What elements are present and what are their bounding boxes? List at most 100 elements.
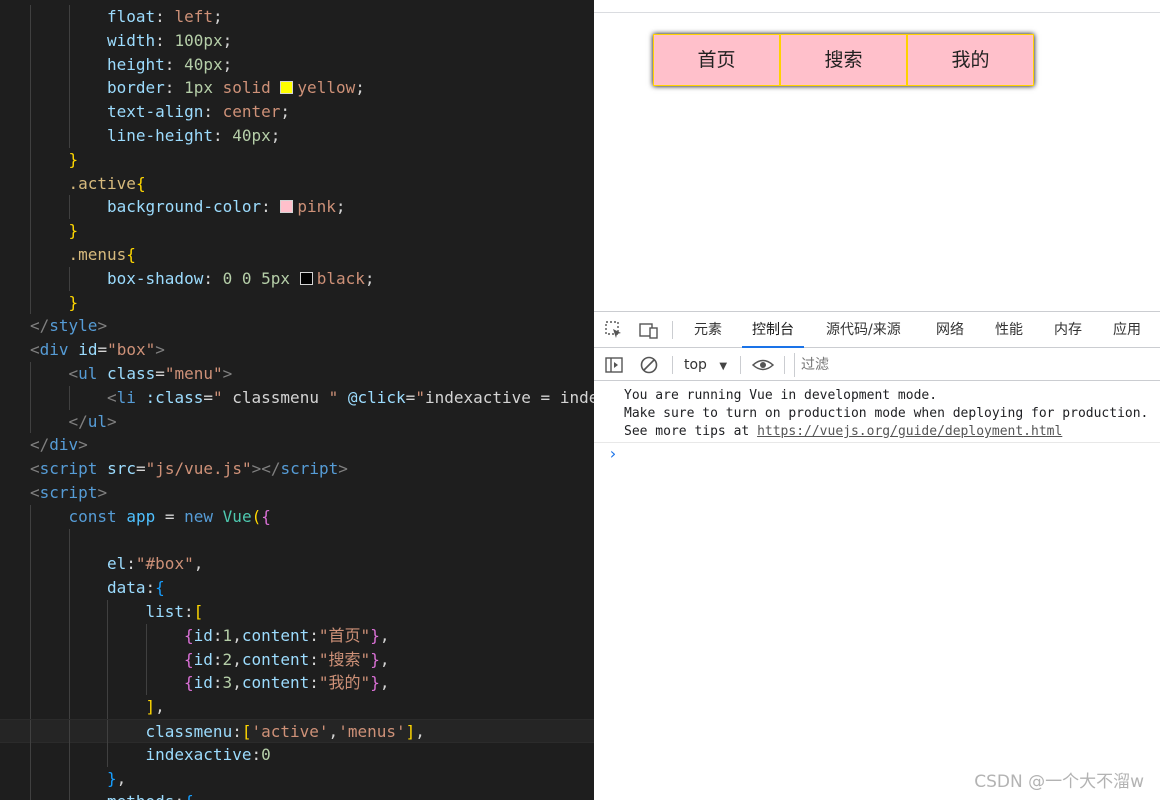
code-token: 0 [222,268,233,288]
code-line[interactable]: .menus{ [0,243,594,267]
tab-application[interactable]: 应用 [1113,312,1141,348]
console-line-text: See more tips at [624,424,758,439]
code-text: </style> [30,314,107,338]
code-line[interactable]: } [0,147,594,172]
code-text: <div id="box"> [30,338,165,362]
code-token: script [39,483,98,502]
color-swatch[interactable] [280,200,294,214]
code-token: { [184,625,194,645]
indent-guide [107,600,108,624]
code-line[interactable]: }, [0,766,594,791]
indent-guide [30,576,31,600]
indent-guide [68,742,70,767]
code-line[interactable]: el:"#box", [0,552,594,577]
tab-sources[interactable]: 源代码/来源 [826,312,901,348]
code-text: }, [107,767,126,791]
context-select[interactable]: top ▼ [684,355,727,375]
deployment-docs-link[interactable]: https://vuejs.org/guide/deployment.html [757,424,1062,439]
indent-guide [30,52,31,77]
code-token: { [126,245,136,264]
color-swatch[interactable] [280,81,294,95]
code-line[interactable]: <script src="js/vue.js"></script> [0,457,594,481]
code-token: class [107,364,156,383]
code-token: indexactive = inde [424,387,594,407]
code-line[interactable]: text-align: center; [0,100,594,124]
code-token: content [241,649,310,669]
code-text: height: 40px; [107,53,232,77]
code-text: <ul class="menu"> [69,362,233,386]
code-line[interactable]: border: 1px solid yellow; [0,76,594,101]
code-token: 'active' [251,722,329,741]
sidebar-toggle-icon[interactable] [604,355,624,375]
chevron-down-icon: ▼ [719,361,728,372]
tab-network[interactable]: 网络 [936,312,964,348]
code-line[interactable]: <div id="box"> [0,338,594,362]
indent-guide [30,647,31,672]
code-token: text-align [107,102,204,122]
menu-item-mine[interactable]: 我的 [907,34,1034,86]
indent-guide [30,766,31,791]
code-editor[interactable]: float: left; width: 100px; height: 40px; bo… [0,0,594,800]
tab-memory[interactable]: 内存 [1054,312,1082,348]
console-prompt[interactable]: › [608,444,618,463]
device-toolbar-icon[interactable] [639,320,659,340]
code-line[interactable]: <li :class=" classmenu " @click="indexac… [0,385,594,410]
eye-icon[interactable] [751,355,775,375]
code-token: ; [335,197,346,217]
code-token: center [222,102,281,122]
code-line[interactable]: } [0,219,594,243]
code-line[interactable]: line-height: 40px; [0,124,594,148]
code-line[interactable]: ], [0,695,594,719]
color-swatch[interactable] [299,271,313,285]
code-line[interactable]: classmenu:['active','menus'], [0,719,594,744]
menu-item-search[interactable]: 搜索 [780,34,907,86]
code-line[interactable]: <script> [0,481,594,505]
code-token: id [78,340,98,360]
code-token: { [184,673,194,693]
code-line[interactable]: methods:{ [0,790,594,800]
code-line[interactable]: width: 100px; [0,28,594,53]
menu-item-home[interactable]: 首页 [653,34,780,86]
tab-performance[interactable]: 性能 [995,312,1023,348]
console-line: You are running Vue in development mode. [624,388,938,403]
code-line[interactable]: data:{ [0,576,594,600]
code-line[interactable] [0,528,594,553]
code-token: </ [30,316,50,336]
code-line[interactable]: </div> [0,433,594,457]
inspect-element-icon[interactable] [604,320,624,340]
indent-guide [68,76,70,101]
code-line[interactable]: {id:2,content:"搜索"}, [0,647,594,672]
code-line[interactable]: } [0,290,594,315]
code-line[interactable]: float: left; [0,5,594,29]
code-line[interactable]: const app = new Vue({ [0,504,594,529]
code-text: } [69,148,79,172]
code-line[interactable]: </ul> [0,409,594,434]
code-token: ; [280,102,291,122]
tab-elements[interactable]: 元素 [694,312,722,348]
code-token: 1 [222,625,233,645]
tab-console[interactable]: 控制台 [742,312,804,348]
code-line[interactable]: background-color: pink; [0,195,594,220]
indent-guide [30,600,31,624]
code-token: : [203,102,223,122]
code-token: el [107,554,127,574]
code-line[interactable]: <ul class="menu"> [0,362,594,386]
code-line[interactable]: height: 40px; [0,52,594,77]
code-line[interactable]: list:[ [0,600,594,624]
code-line[interactable]: </style> [0,314,594,338]
code-line[interactable]: {id:1,content:"首页"}, [0,623,594,648]
indent-guide [30,790,31,800]
clear-console-icon[interactable] [639,355,659,375]
code-line[interactable]: .active{ [0,171,594,196]
code-line[interactable]: indexactive:0 [0,742,594,767]
code-line[interactable]: {id:3,content:"我的"}, [0,671,594,696]
code-line[interactable]: box-shadow: 0 0 5px black; [0,266,594,291]
indent-guide [30,171,31,196]
filter-input[interactable] [794,353,1160,377]
